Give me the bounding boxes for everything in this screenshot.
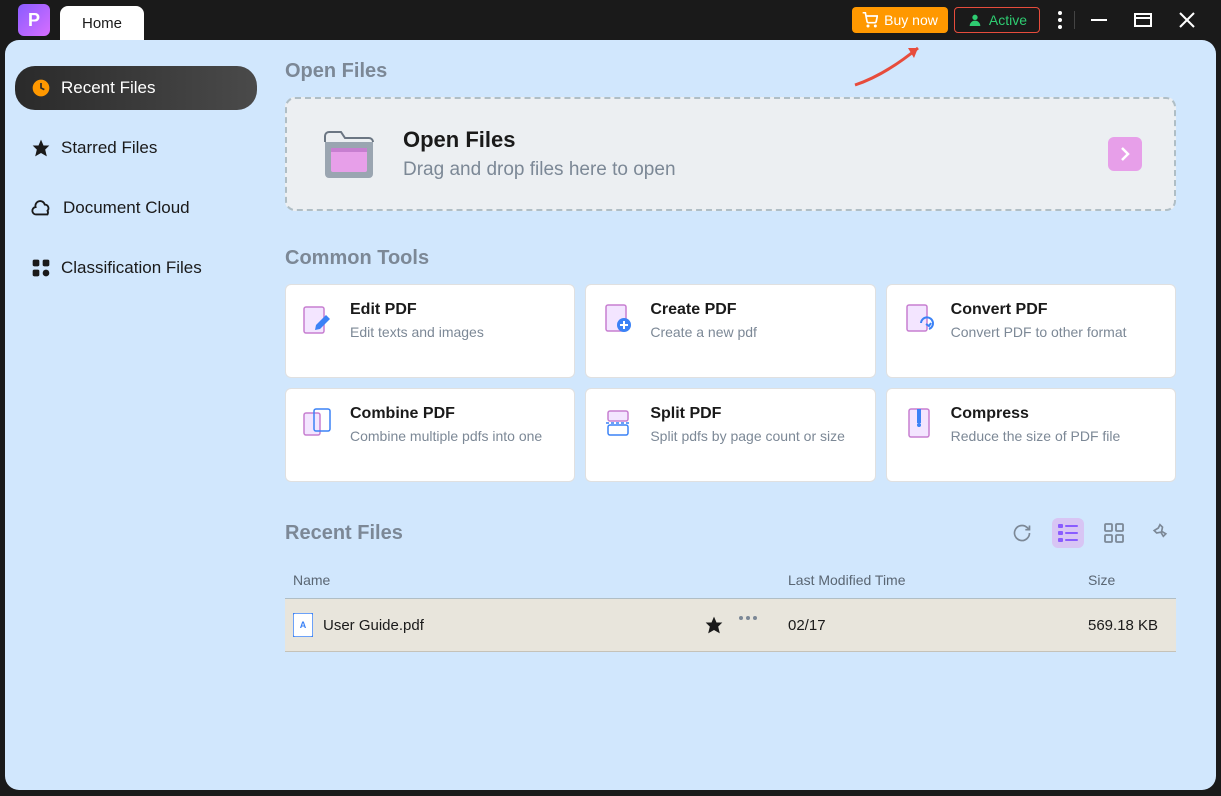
svg-text:A: A	[300, 620, 307, 630]
grid-view-icon	[1104, 523, 1124, 543]
tool-combine-pdf[interactable]: Combine PDFCombine multiple pdfs into on…	[285, 388, 575, 482]
pin-button[interactable]	[1144, 518, 1176, 548]
cart-icon	[862, 12, 878, 28]
dropzone-open-button[interactable]	[1108, 137, 1142, 171]
sidebar-item-classification-files[interactable]: Classification Files	[15, 246, 257, 290]
grid-icon	[31, 258, 51, 278]
more-icon[interactable]	[738, 615, 758, 621]
sidebar: Recent Files Starred Files Document Clou…	[5, 40, 285, 790]
refresh-button[interactable]	[1006, 518, 1038, 548]
chevron-right-icon	[1120, 146, 1130, 162]
dropzone-subtext: Drag and drop files here to open	[403, 159, 676, 181]
file-name: User Guide.pdf	[323, 617, 424, 634]
sidebar-item-label: Starred Files	[61, 138, 157, 158]
tool-convert-pdf[interactable]: Convert PDFConvert PDF to other format	[886, 284, 1176, 378]
list-view-button[interactable]	[1052, 518, 1084, 548]
col-name-header: Name	[293, 572, 788, 588]
app-logo: P	[18, 4, 50, 36]
clock-icon	[31, 78, 51, 98]
dropzone-heading: Open Files	[403, 127, 676, 153]
table-row[interactable]: A User Guide.pdf 02/17 569.18 KB	[285, 599, 1176, 652]
common-tools-title: Common Tools	[285, 247, 1176, 270]
col-date-header: Last Modified Time	[788, 572, 1088, 588]
star-icon	[31, 138, 51, 158]
star-solid-icon[interactable]	[704, 615, 724, 635]
buy-now-button[interactable]: Buy now	[852, 7, 948, 33]
user-icon	[967, 12, 983, 28]
refresh-icon	[1012, 523, 1032, 543]
combine-icon	[302, 407, 334, 439]
open-files-dropzone[interactable]: Open Files Drag and drop files here to o…	[285, 97, 1176, 211]
table-header: Name Last Modified Time Size	[285, 562, 1176, 599]
recent-files-title: Recent Files	[285, 522, 403, 545]
sidebar-item-recent-files[interactable]: Recent Files	[15, 66, 257, 110]
pdf-file-icon: A	[293, 613, 313, 637]
sidebar-item-label: Recent Files	[61, 78, 155, 98]
file-date: 02/17	[788, 617, 1088, 634]
maximize-icon	[1134, 13, 1152, 27]
file-size: 569.18 KB	[1088, 617, 1168, 634]
tool-create-pdf[interactable]: Create PDFCreate a new pdf	[585, 284, 875, 378]
more-options-button[interactable]	[1050, 10, 1070, 30]
tool-edit-pdf[interactable]: Edit PDFEdit texts and images	[285, 284, 575, 378]
pin-icon	[1150, 523, 1170, 543]
folder-open-icon	[319, 128, 379, 180]
sidebar-item-label: Classification Files	[61, 258, 202, 278]
dots-vertical-icon	[1058, 11, 1062, 29]
cloud-icon	[31, 199, 53, 217]
maximize-button[interactable]	[1133, 10, 1153, 30]
create-icon	[602, 303, 634, 335]
edit-icon	[302, 303, 334, 335]
split-icon	[602, 407, 634, 439]
open-files-title: Open Files	[285, 60, 1176, 83]
divider	[1074, 11, 1075, 29]
list-icon	[1058, 524, 1078, 542]
close-icon	[1179, 12, 1195, 28]
sidebar-item-starred-files[interactable]: Starred Files	[15, 126, 257, 170]
sidebar-item-label: Document Cloud	[63, 198, 190, 218]
convert-icon	[903, 303, 935, 335]
sidebar-item-document-cloud[interactable]: Document Cloud	[15, 186, 257, 230]
close-button[interactable]	[1177, 10, 1197, 30]
tool-compress-pdf[interactable]: CompressReduce the size of PDF file	[886, 388, 1176, 482]
minimize-button[interactable]	[1089, 10, 1109, 30]
tool-split-pdf[interactable]: Split PDFSplit pdfs by page count or siz…	[585, 388, 875, 482]
tab-home[interactable]: Home	[60, 6, 144, 40]
compress-icon	[903, 407, 935, 439]
col-size-header: Size	[1088, 572, 1168, 588]
grid-view-button[interactable]	[1098, 518, 1130, 548]
active-status-button[interactable]: Active	[954, 7, 1040, 33]
minimize-icon	[1091, 19, 1107, 21]
